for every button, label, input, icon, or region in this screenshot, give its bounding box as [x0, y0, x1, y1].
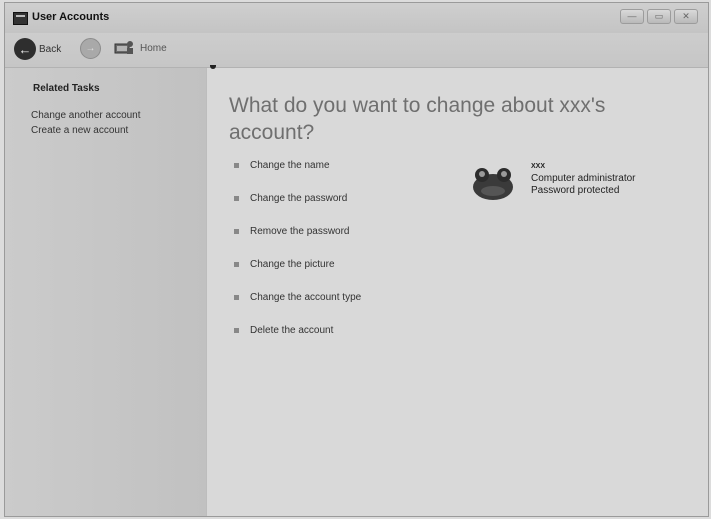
forward-arrow-icon: →	[85, 43, 96, 54]
task-label: Change the picture	[250, 259, 335, 270]
user-accounts-app-icon	[13, 12, 28, 25]
content-marker	[210, 65, 216, 69]
bullet-icon	[234, 196, 239, 201]
maximize-icon: ▭	[654, 11, 664, 21]
task-change-picture[interactable]: Change the picture	[234, 259, 335, 270]
main-content: What do you want to change about xxx's a…	[207, 65, 708, 516]
forward-button[interactable]: →	[80, 38, 101, 59]
bullet-icon	[234, 163, 239, 168]
window-title: User Accounts	[32, 11, 110, 23]
task-remove-password[interactable]: Remove the password	[234, 226, 350, 237]
related-tasks-heading: Related Tasks	[33, 83, 100, 94]
task-label: Remove the password	[250, 226, 350, 237]
home-label: Home	[140, 42, 167, 54]
account-status: Password protected	[531, 185, 620, 196]
task-delete-account[interactable]: Delete the account	[234, 325, 333, 336]
home-button[interactable]: Home	[113, 39, 167, 57]
home-icon	[114, 41, 133, 54]
user-accounts-window: User Accounts — ▭ ✕ ← Back → Home Relate…	[4, 2, 709, 517]
task-label: Delete the account	[250, 325, 334, 336]
minimize-icon: —	[627, 11, 637, 21]
page-title: What do you want to change about xxx's a…	[229, 94, 606, 144]
task-label: Change the account type	[250, 292, 362, 303]
bullet-icon	[234, 295, 239, 300]
account-picture-frog-icon	[473, 168, 513, 200]
sidebar: Related Tasks Change another account Cre…	[5, 68, 207, 516]
task-label: Change the password	[250, 193, 348, 204]
task-change-account-type[interactable]: Change the account type	[234, 292, 361, 303]
bullet-icon	[234, 229, 239, 234]
maximize-button[interactable]: ▭	[647, 9, 671, 24]
bullet-icon	[234, 262, 239, 267]
create-new-account-link[interactable]: Create a new account	[31, 125, 128, 136]
navigation-toolbar: ← Back → Home	[5, 33, 708, 68]
window-controls: — ▭ ✕	[620, 9, 698, 24]
change-another-account-link[interactable]: Change another account	[31, 110, 141, 121]
title-bar[interactable]: User Accounts — ▭ ✕	[5, 3, 708, 33]
task-change-password[interactable]: Change the password	[234, 193, 347, 204]
close-icon: ✕	[682, 11, 690, 21]
minimize-button[interactable]: —	[620, 9, 644, 24]
task-change-name[interactable]: Change the name	[234, 160, 330, 171]
task-label: Change the name	[250, 160, 330, 171]
account-role: Computer administrator	[531, 173, 636, 184]
account-card: XXX Computer administrator Password prot…	[469, 163, 669, 213]
back-button[interactable]: ← Back	[14, 38, 61, 60]
bullet-icon	[234, 328, 239, 333]
account-name: XXX	[531, 163, 546, 170]
close-button[interactable]: ✕	[674, 9, 698, 24]
back-label: Back	[39, 43, 62, 55]
back-arrow-icon: ←	[14, 38, 36, 60]
